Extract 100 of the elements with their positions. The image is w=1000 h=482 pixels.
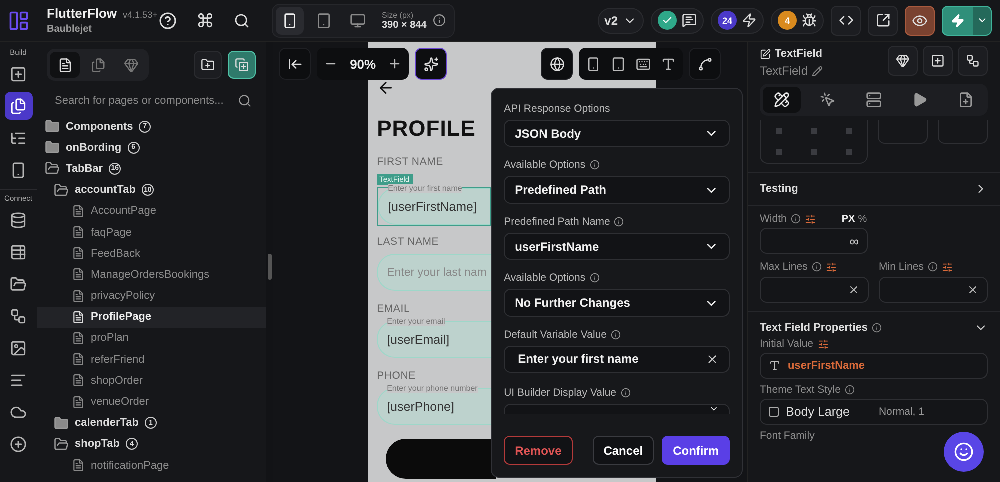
input-field[interactable]: Enter your first name	[504, 346, 730, 374]
folder-label[interactable]: TabBar	[66, 162, 104, 175]
info-icon[interactable]	[928, 262, 938, 272]
testing-section[interactable]: Testing	[748, 172, 1000, 206]
folder-label[interactable]: Components	[66, 120, 134, 133]
page-icon	[72, 459, 85, 472]
info-icon[interactable]	[790, 214, 801, 224]
folder-icon[interactable]	[45, 140, 60, 156]
tablet-icon	[316, 12, 332, 28]
submit-button[interactable]	[386, 439, 496, 479]
clear-icon[interactable]	[706, 352, 720, 366]
page-item[interactable]: shopOrder	[37, 370, 266, 392]
new-folder-button[interactable]	[194, 51, 222, 79]
command-icon[interactable]	[197, 12, 214, 29]
globe-button[interactable]	[541, 48, 574, 80]
remove-button[interactable]: Remove	[504, 436, 573, 465]
build-button[interactable]: 24	[711, 8, 764, 34]
widget-name: TextField	[760, 64, 808, 78]
text-size-icon	[661, 56, 676, 72]
page-icon	[72, 332, 85, 345]
pencil-icon[interactable]	[812, 66, 824, 76]
folder-icon[interactable]	[45, 119, 60, 134]
folder-label[interactable]: shopTab	[75, 438, 120, 450]
info-icon[interactable]	[614, 216, 624, 227]
search-icon[interactable]	[238, 94, 252, 108]
clear-icon[interactable]	[848, 284, 860, 296]
scrollbar-thumb[interactable]	[268, 254, 272, 280]
add-widget-button[interactable]	[923, 46, 953, 76]
page-item[interactable]: FeedBack	[37, 243, 266, 264]
open-folder-icon[interactable]	[45, 161, 60, 176]
info-icon[interactable]	[611, 330, 622, 340]
lines-field[interactable]	[879, 277, 988, 303]
search-icon[interactable]	[234, 12, 250, 28]
variable-icon[interactable]	[942, 262, 953, 272]
page-item[interactable]: notificationPage	[37, 455, 266, 476]
flow-button[interactable]	[958, 46, 988, 76]
open-folder-icon[interactable]	[54, 182, 69, 198]
magic-button[interactable]	[415, 48, 448, 80]
comments-button[interactable]	[651, 8, 704, 34]
folder-label[interactable]: onBording	[66, 142, 122, 154]
page-item[interactable]: proPlan	[37, 328, 266, 350]
open-external-button[interactable]	[868, 6, 898, 36]
page-item[interactable]: venueOrder	[37, 391, 266, 413]
branch-select[interactable]: v2	[598, 8, 644, 34]
collapse-button[interactable]	[279, 48, 312, 80]
style-tab[interactable]	[763, 87, 801, 113]
page-icon	[72, 396, 85, 409]
gem-button[interactable]	[888, 46, 918, 76]
help-icon[interactable]	[159, 12, 177, 30]
info-icon[interactable]	[432, 14, 446, 27]
padding-field[interactable]	[938, 120, 988, 144]
dropdown[interactable]: No Further Changes	[504, 289, 730, 317]
lines-label: Max Lines	[760, 261, 808, 273]
page-item[interactable]: AccountPage	[37, 200, 266, 222]
floating-label: Enter your phone number	[387, 384, 478, 393]
initial-value-field[interactable]: userFirstName	[760, 353, 988, 379]
page-item[interactable]: ManageOrdersBookings	[37, 264, 266, 286]
code-button[interactable]	[831, 6, 861, 36]
page-item[interactable]: referFriend	[37, 349, 266, 370]
cancel-button[interactable]: Cancel	[592, 436, 654, 465]
folder-label[interactable]: calenderTab	[75, 417, 139, 430]
lines-field[interactable]	[760, 277, 869, 303]
padding-field[interactable]	[878, 120, 928, 144]
add-page-button[interactable]	[228, 51, 256, 79]
page-item[interactable]: ProfilePage	[37, 306, 266, 328]
phone-button[interactable]	[276, 6, 304, 34]
unit-toggle[interactable]: %	[858, 214, 868, 224]
info-icon[interactable]	[590, 160, 600, 170]
page-item[interactable]: faqPage	[37, 222, 266, 244]
folder-icon[interactable]	[54, 416, 69, 431]
confirm-button[interactable]: Confirm	[662, 436, 730, 465]
clear-icon[interactable]	[967, 284, 979, 296]
variable-icon[interactable]	[818, 338, 829, 350]
pages-tab[interactable]	[50, 52, 80, 78]
dropdown[interactable]: userFirstName	[504, 232, 730, 260]
unit-toggle[interactable]: PX	[842, 214, 856, 224]
page-item[interactable]: privacyPolicy	[37, 286, 266, 307]
variable-icon[interactable]	[804, 214, 816, 224]
dropdown[interactable]: Predefined Path	[504, 176, 730, 204]
theme-style-select[interactable]: Body Large Normal, 1	[760, 399, 988, 425]
variable-icon[interactable]	[826, 262, 837, 272]
nodes-button[interactable]	[689, 48, 722, 80]
chat-button[interactable]	[944, 432, 984, 472]
info-icon[interactable]	[590, 273, 600, 284]
page-icon	[72, 204, 85, 218]
open-folder-icon[interactable]	[54, 436, 69, 452]
pages-button[interactable]	[4, 92, 32, 120]
width-field[interactable]: ∞	[760, 228, 868, 254]
search-field[interactable]: Search for pages or components...	[53, 94, 238, 108]
preview-button[interactable]	[905, 6, 935, 36]
info-icon[interactable]	[812, 262, 822, 272]
info-icon[interactable]	[620, 388, 631, 398]
info-icon[interactable]	[872, 323, 882, 333]
dropdown[interactable]: JSON Body	[504, 120, 730, 148]
folder-label[interactable]: accountTab	[75, 184, 136, 196]
dialog-field-label: Available Options	[504, 159, 586, 172]
info-icon[interactable]	[844, 385, 855, 395]
widget-type: TextField	[775, 48, 822, 60]
font-family-label: Font Family	[760, 430, 816, 442]
run-button[interactable]	[942, 6, 992, 36]
